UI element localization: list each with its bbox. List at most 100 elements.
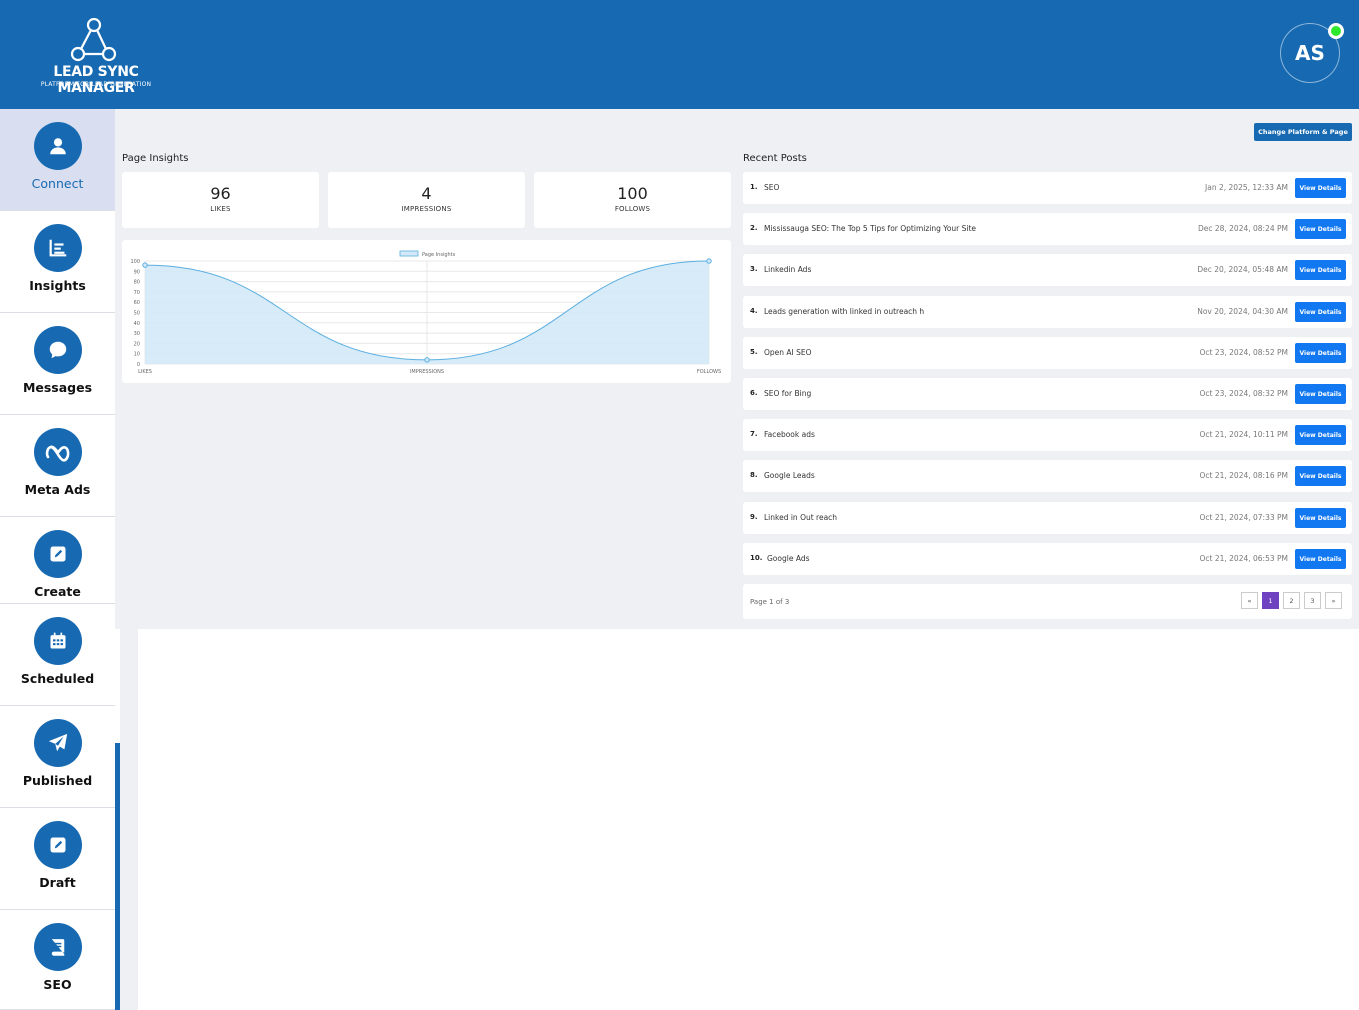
view-details-button[interactable]: View Details [1295,466,1346,486]
post-number: 2. [750,224,758,232]
sidebar-item-label: Insights [29,278,86,293]
post-date: Dec 20, 2024, 05:48 AM [1197,265,1288,274]
post-title: Mississauga SEO: The Top 5 Tips for Opti… [764,224,977,233]
x-tick-label: FOLLOWS [697,369,721,375]
post-title: Leads generation with linked in outreach… [764,307,925,316]
post-number: 5. [750,348,758,356]
pagination-next-button[interactable]: » [1325,592,1342,609]
sidebar-item-draft[interactable]: Draft [0,808,115,910]
data-point [424,357,430,363]
post-number: 8. [750,471,758,479]
pagination-text: Page 1 of 3 [750,598,790,606]
y-tick-label: 40 [134,321,140,327]
pagination-prev-button[interactable]: « [1241,592,1258,609]
post-title: SEO for Bing [764,389,812,398]
sidebar-item-label: Messages [22,380,93,395]
view-details-button[interactable]: View Details [1295,549,1346,569]
draft-edit-icon [33,821,82,869]
post-title: Linked in Out reach [764,513,838,522]
view-details-button[interactable]: View Details [1295,425,1346,445]
view-details-button[interactable]: View Details [1295,260,1346,280]
post-title: Google Ads [767,554,810,563]
sidebar: Connect Insights Messages Meta Ads Creat… [0,109,115,1010]
post-number: 9. [750,513,758,521]
post-number: 7. [750,430,758,438]
brand-logo[interactable]: LEAD SYNC MANAGER PLATFORM FOR LEAD GENE… [24,18,164,96]
sidebar-item-insights[interactable]: Insights [0,211,115,313]
sidebar-item-create[interactable]: Create [0,517,115,604]
post-date: Oct 21, 2024, 07:33 PM [1199,513,1288,522]
sidebar-item-label: SEO [43,977,72,992]
post-title: Open AI SEO [764,348,812,357]
user-icon [33,122,82,170]
post-row: 7. Facebook ads Oct 21, 2024, 10:11 PM View… [743,419,1352,451]
legend-label: Page Insights [422,252,456,258]
view-details-button[interactable]: View Details [1295,343,1346,363]
post-date: Oct 21, 2024, 10:11 PM [1199,430,1288,439]
y-tick-label: 70 [134,290,140,296]
post-date: Jan 2, 2025, 12:33 AM [1205,183,1288,192]
stat-label: LIKES [210,205,231,213]
pagination-page-3[interactable]: 3 [1304,592,1321,609]
post-number: 6. [750,389,758,397]
stat-value: 100 [617,184,648,203]
view-details-button[interactable]: View Details [1295,219,1346,239]
y-tick-label: 100 [130,259,140,265]
post-row: 3. Linkedin Ads Dec 20, 2024, 05:48 AM View… [743,254,1352,286]
y-tick-label: 10 [134,352,140,358]
pagination-bar: Page 1 of 3 « 1 2 3 » [743,584,1352,619]
post-row: 2. Mississauga SEO: The Top 5 Tips for Op… [743,213,1352,245]
post-date: Oct 21, 2024, 08:16 PM [1199,471,1288,480]
brand-subtitle: PLATFORM FOR LEAD GENERATION [40,81,152,88]
x-tick-label: IMPRESSIONS [410,369,444,375]
post-row: 5. Open AI SEO Oct 23, 2024, 08:52 PM View … [743,337,1352,369]
y-tick-label: 80 [134,280,140,286]
edit-icon [33,530,82,578]
post-number: 4. [750,307,758,315]
change-platform-button[interactable]: Change Platform & Page [1254,123,1352,141]
post-title: SEO [764,183,780,192]
sidebar-item-label: Connect [31,176,84,191]
post-number: 3. [750,265,758,273]
stat-label: FOLLOWS [614,205,651,213]
post-title: Facebook ads [764,430,815,439]
sidebar-item-scheduled[interactable]: Scheduled [0,604,115,706]
view-details-button[interactable]: View Details [1295,302,1346,322]
sidebar-item-label: Scheduled [20,671,95,686]
chart-list-icon [33,224,82,272]
sidebar-item-messages[interactable]: Messages [0,313,115,415]
sidebar-item-published[interactable]: Published [0,706,115,808]
sidebar-item-label: Published [22,773,93,788]
triangle-nodes-icon [70,18,117,62]
y-tick-label: 50 [134,311,140,317]
chat-bubble-icon [33,326,82,374]
view-details-button[interactable]: View Details [1295,178,1346,198]
pagination-page-1[interactable]: 1 [1262,592,1279,609]
post-title: Google Leads [764,471,815,480]
stat-label: IMPRESSIONS [401,205,452,213]
sidebar-item-connect[interactable]: Connect [0,109,115,211]
insights-area-chart: 1009080706050403020100LIKES IMPRESSIONS FO… [130,250,721,375]
x-tick-label: LIKES [138,369,152,375]
stat-card-impressions: 4 IMPRESSIONS [328,172,525,228]
post-row: 9. Linked in Out reach Oct 21, 2024, 07:33… [743,502,1352,534]
view-details-button[interactable]: View Details [1295,508,1346,528]
post-date: Oct 23, 2024, 08:32 PM [1199,389,1288,398]
calendar-icon [33,617,82,665]
data-point [142,262,148,268]
sidebar-item-seo[interactable]: SEO [0,910,115,1010]
stat-value: 96 [210,184,231,203]
y-tick-label: 30 [134,331,140,337]
view-details-button[interactable]: View Details [1295,384,1346,404]
brand-title: LEAD SYNC MANAGER [53,64,139,96]
post-row: 6. SEO for Bing Oct 23, 2024, 08:32 PM View… [743,378,1352,410]
insights-chart-card: 100 90 80 70 60 50 40 30 20 10 0 LIKES IMPRESSIONS FO… [122,240,731,383]
pagination-page-2[interactable]: 2 [1283,592,1300,609]
y-tick-label: 0 [137,362,140,368]
post-date: Oct 23, 2024, 08:52 PM [1199,348,1288,357]
sidebar-item-label: Create [34,584,81,599]
online-status-dot [1328,23,1344,39]
sidebar-item-meta-ads[interactable]: Meta Ads [0,415,115,517]
sidebar-item-label: Draft [39,875,76,890]
y-tick-label: 90 [134,269,140,275]
